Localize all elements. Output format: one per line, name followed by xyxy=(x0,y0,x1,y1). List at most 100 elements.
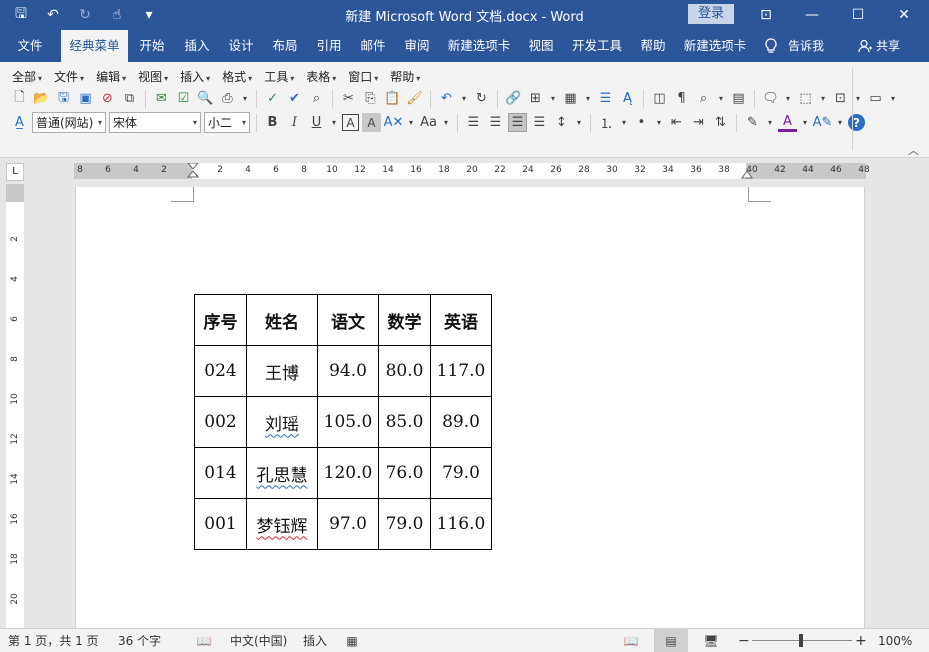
vertical-ruler[interactable]: 2 4 6 8 10 12 14 16 18 20 xyxy=(6,186,24,628)
table-cell[interactable]: 014 xyxy=(194,447,247,499)
horizontal-ruler[interactable]: 8 6 4 2 2 4 6 8 10 12 14 16 18 20 22 24 26 28 30 32 34 36 38 40… xyxy=(74,163,870,181)
header-cell[interactable]: 语文 xyxy=(317,294,379,346)
table-cell[interactable]: 117.0 xyxy=(430,345,492,397)
table-cell[interactable]: 105.0 xyxy=(317,396,379,448)
styles-pane-icon[interactable]: A̲ xyxy=(10,113,29,132)
numbering-dropdown-icon[interactable]: ▾ xyxy=(619,113,629,132)
zoom-level[interactable]: 100% xyxy=(878,629,912,652)
comment-dropdown-icon[interactable]: ▾ xyxy=(783,89,793,108)
tab-insert[interactable]: 插入 xyxy=(178,30,216,62)
table-cell[interactable]: 76.0 xyxy=(378,447,431,499)
research-icon[interactable]: ⌕ xyxy=(307,89,326,108)
underline-dropdown-icon[interactable]: ▾ xyxy=(329,113,339,132)
reading-mode-icon[interactable]: ▤ xyxy=(729,89,748,108)
tab-mailings[interactable]: 邮件 xyxy=(354,30,392,62)
table-cell[interactable]: 79.0 xyxy=(378,498,431,550)
increase-indent-icon[interactable]: ⇥ xyxy=(689,113,708,132)
menu-all[interactable]: 全部 ▾ xyxy=(8,68,46,86)
justify-icon[interactable]: ☰ xyxy=(530,113,549,132)
font-color-icon[interactable]: A xyxy=(778,113,797,132)
align-right-icon[interactable]: ☰ xyxy=(508,113,527,132)
borders-dropdown-icon[interactable]: ▾ xyxy=(548,89,558,108)
score-table[interactable]: 序号 姓名 语文 数学 英语 024 王博 94.0 80.0 117.0 00… xyxy=(194,294,492,550)
permission-icon[interactable]: ⧉ xyxy=(120,89,139,108)
undo-icon[interactable]: ↶ xyxy=(38,4,68,26)
table-cell[interactable]: 85.0 xyxy=(378,396,431,448)
email-icon[interactable]: ✉ xyxy=(152,89,171,108)
field-icon[interactable]: ▭ xyxy=(866,89,885,108)
tab-classic-menu[interactable]: 经典菜单 xyxy=(61,30,128,62)
right-indent-marker-icon[interactable] xyxy=(741,169,753,179)
sort-icon[interactable]: ⇅ xyxy=(711,113,730,132)
table-dropdown-icon[interactable]: ▾ xyxy=(583,89,593,108)
zoom-slider-thumb[interactable] xyxy=(799,634,803,647)
table-cell[interactable]: 孔思慧 xyxy=(246,447,318,499)
styles-gallery-icon[interactable]: A✎ xyxy=(813,113,833,132)
tab-selector[interactable]: L xyxy=(6,163,24,181)
bold-icon[interactable]: B xyxy=(263,113,282,132)
table-cell[interactable]: 024 xyxy=(194,345,247,397)
decrease-indent-icon[interactable]: ⇤ xyxy=(667,113,686,132)
font-color-dropdown-icon[interactable]: ▾ xyxy=(800,113,810,132)
redo-icon[interactable]: ↻ xyxy=(70,4,100,26)
underline-icon[interactable]: U xyxy=(307,113,326,132)
change-case-icon[interactable]: Aa xyxy=(419,113,438,132)
document-page[interactable]: 序号 姓名 语文 数学 英语 024 王博 94.0 80.0 117.0 00… xyxy=(75,187,865,628)
menu-help[interactable]: 帮助 ▾ xyxy=(386,68,424,86)
tab-file[interactable]: 文件 xyxy=(8,30,52,62)
menu-view[interactable]: 视图 ▾ xyxy=(134,68,172,86)
tab-view[interactable]: 视图 xyxy=(522,30,560,62)
save-icon[interactable]: 🖫 xyxy=(6,4,36,26)
close-document-icon[interactable]: ⊘ xyxy=(98,89,117,108)
tab-references[interactable]: 引用 xyxy=(310,30,348,62)
character-border-icon[interactable]: A xyxy=(342,114,359,131)
tab-new-tab-2[interactable]: 新建选项卡 xyxy=(680,30,750,62)
header-cell[interactable]: 序号 xyxy=(194,294,247,346)
minimize-icon[interactable]: — xyxy=(789,0,835,30)
tab-design[interactable]: 设计 xyxy=(222,30,260,62)
tab-layout[interactable]: 布局 xyxy=(266,30,304,62)
bullets-icon[interactable]: • xyxy=(632,113,651,132)
field-dropdown-icon[interactable]: ▾ xyxy=(888,89,898,108)
undo-icon[interactable]: ↶ xyxy=(437,89,456,108)
macro-record-icon[interactable]: ▦ xyxy=(344,633,360,649)
customize-qat-icon[interactable]: ▾ xyxy=(134,4,164,26)
print-layout-icon[interactable]: ▤ xyxy=(654,629,688,652)
align-left-icon[interactable]: ☰ xyxy=(464,113,483,132)
menu-file[interactable]: 文件 ▾ xyxy=(50,68,88,86)
bullets-dropdown-icon[interactable]: ▾ xyxy=(654,113,664,132)
table-cell[interactable]: 002 xyxy=(194,396,247,448)
table-cell[interactable]: 120.0 xyxy=(317,447,379,499)
table-cell[interactable]: 79.0 xyxy=(430,447,492,499)
italic-icon[interactable]: I xyxy=(285,113,304,132)
tab-home[interactable]: 开始 xyxy=(133,30,171,62)
find-icon[interactable]: ⌕ xyxy=(694,89,713,108)
menu-tools[interactable]: 工具 ▾ xyxy=(260,68,298,86)
touch-mode-icon[interactable]: ☝ xyxy=(102,4,132,26)
language-indicator[interactable]: 中文(中国) xyxy=(230,629,287,652)
line-spacing-icon[interactable]: ↕ xyxy=(552,113,571,132)
highlight-dropdown-icon[interactable]: ▾ xyxy=(765,113,775,132)
close-icon[interactable]: ✕ xyxy=(881,0,927,30)
open-folder-icon[interactable]: 📂 xyxy=(32,89,51,108)
tab-help[interactable]: 帮助 xyxy=(634,30,672,62)
zoom-in-icon[interactable]: + xyxy=(855,629,867,652)
menu-format[interactable]: 格式 ▾ xyxy=(218,68,256,86)
header-cell[interactable]: 姓名 xyxy=(246,294,318,346)
show-hide-icon[interactable]: ¶ xyxy=(672,89,691,108)
tell-me-box[interactable]: 告诉我 xyxy=(764,30,824,62)
spelling-icon[interactable]: ✓ xyxy=(263,89,282,108)
tab-review[interactable]: 审阅 xyxy=(398,30,436,62)
proofing-icon[interactable]: 📖 xyxy=(196,633,212,649)
menu-window[interactable]: 窗口 ▾ xyxy=(344,68,382,86)
character-shading-icon[interactable]: A xyxy=(362,113,381,132)
text-box-icon[interactable]: ⊡ xyxy=(831,89,850,108)
indent-marker-icon[interactable] xyxy=(187,163,199,181)
text-effects-dropdown-icon[interactable]: ▾ xyxy=(406,113,416,132)
numbering-icon[interactable]: ⒈ xyxy=(597,113,616,132)
maximize-icon[interactable]: ☐ xyxy=(835,0,881,30)
print-icon[interactable]: ⎙ xyxy=(218,89,237,108)
comment-icon[interactable]: 🗨 xyxy=(761,89,780,108)
table-cell[interactable]: 梦钰辉 xyxy=(246,498,318,550)
share-button[interactable]: 共享 xyxy=(858,30,900,62)
